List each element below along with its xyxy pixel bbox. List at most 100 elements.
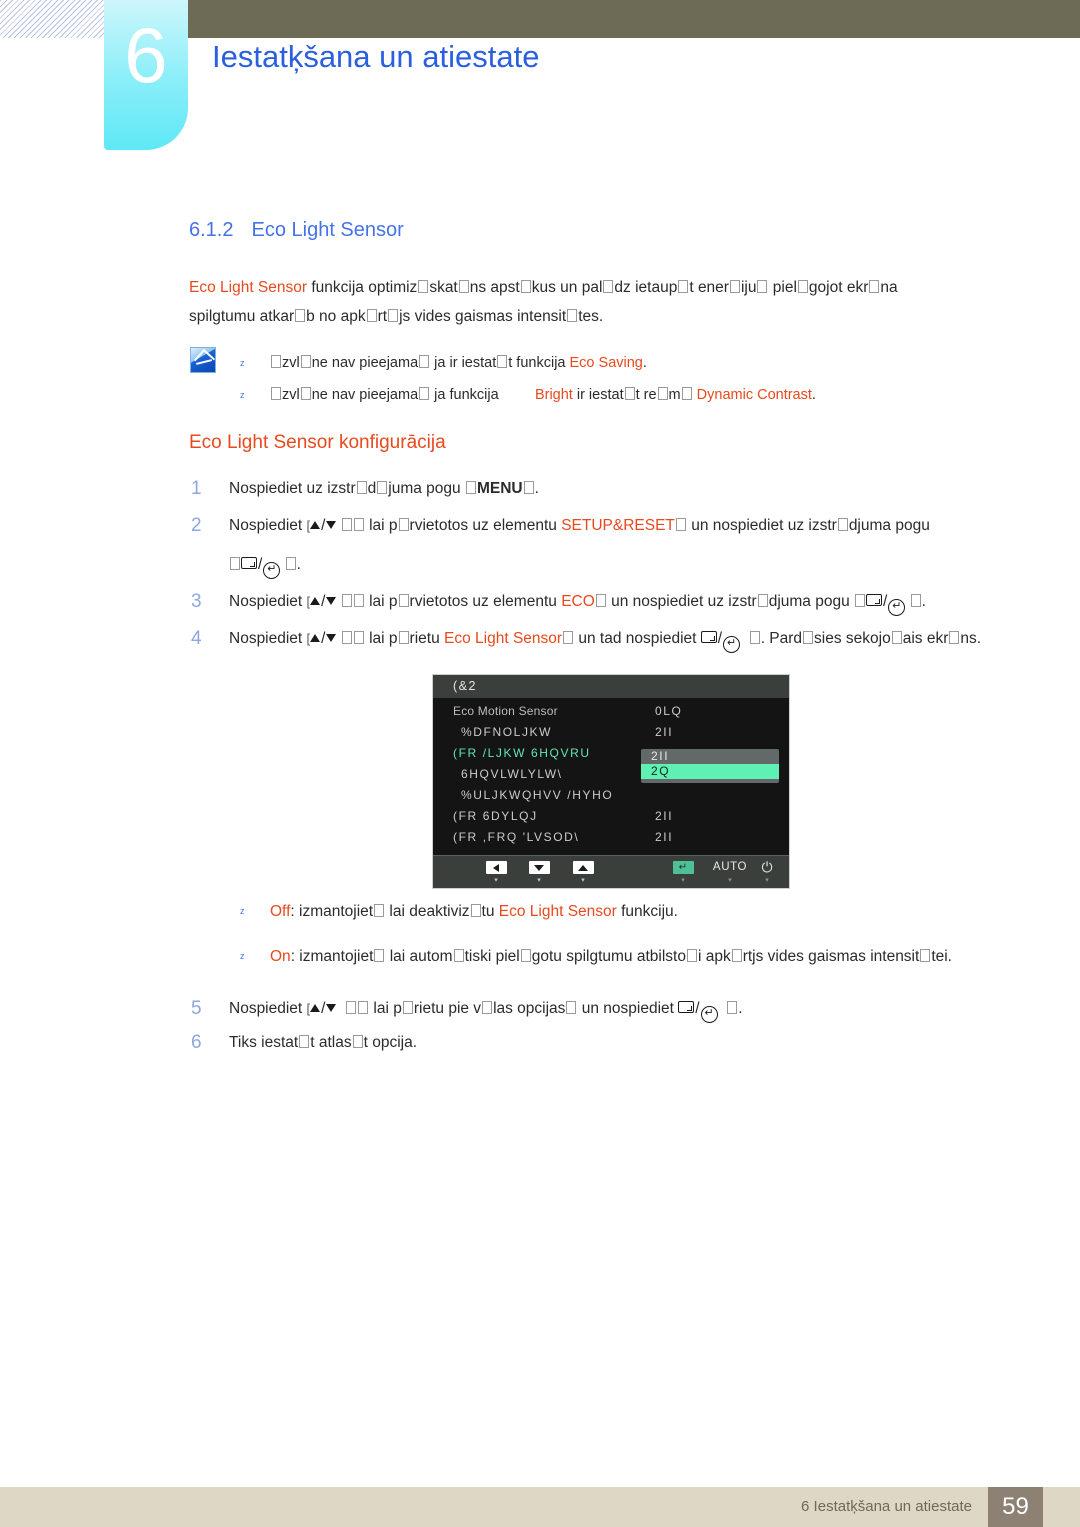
step4-text-3: rietu bbox=[409, 630, 445, 647]
step4-text-5: . Pard bbox=[760, 630, 803, 647]
step5-text-1: Nospiediet bbox=[229, 1000, 307, 1017]
intro-text-16: tes. bbox=[578, 308, 604, 325]
step2-text-1: Nospiediet bbox=[229, 517, 307, 534]
chapter-number: 6 bbox=[124, 11, 168, 99]
osd-power-button[interactable]: ⏻ ▾ bbox=[754, 859, 780, 884]
square-slash-enter-icon: / ↵ bbox=[678, 994, 718, 1023]
step1-menu-key: MENU bbox=[476, 480, 523, 497]
left-arrow-icon bbox=[485, 861, 507, 874]
osd-btn-sub: ▾ bbox=[494, 877, 498, 884]
note2-text-2: ne nav pieejama bbox=[311, 387, 419, 403]
intro-text-13: no apk bbox=[314, 308, 366, 325]
note1-text-2: ne nav pieejama bbox=[311, 355, 419, 371]
osd-btn-sub: ▾ bbox=[681, 877, 685, 884]
step5-text-4: las opcijas bbox=[493, 1000, 566, 1017]
step5-text-6: . bbox=[738, 1000, 743, 1017]
osd-menu-screenshot: (&2 Eco Motion Sensor 0LQ %DFNOLJKW 2II … bbox=[432, 674, 790, 889]
option-bullet-off: z Off: izmantojiet lai deaktiviz tu Eco Li… bbox=[238, 897, 958, 926]
osd-down-arrow-button[interactable]: ▾ bbox=[524, 861, 554, 884]
step5-text-5: un nospiediet bbox=[577, 1000, 679, 1017]
step6-text-3: atlas bbox=[314, 1034, 352, 1051]
osd-row-label: (FR 6DYLQJ bbox=[453, 809, 538, 823]
step1-text-4: . bbox=[534, 480, 539, 497]
step3-text-5: djuma pogu bbox=[768, 593, 855, 610]
intro-text-7: t ener bbox=[689, 279, 729, 296]
osd-dropdown[interactable]: 2II 2Q bbox=[641, 749, 779, 783]
step5-text-2: lai p bbox=[369, 1000, 402, 1017]
step3-text-3: rvietotos uz elementu bbox=[409, 593, 562, 610]
osd-enter-button[interactable]: ↵ ▾ bbox=[668, 861, 698, 884]
osd-left-arrow-button[interactable]: ▾ bbox=[481, 861, 511, 884]
osd-row[interactable]: Eco Motion Sensor 0LQ bbox=[433, 701, 789, 722]
bullet-marker: z bbox=[240, 390, 245, 400]
section-title: Eco Light Sensor bbox=[251, 219, 404, 241]
opt2-text-5: i apk bbox=[697, 948, 731, 965]
opt1-text-3: tu bbox=[481, 903, 499, 920]
option-term-sensor: Eco Light Sensor bbox=[498, 903, 617, 920]
step-index: 4 bbox=[191, 628, 202, 649]
opt1-text-1: : izmantojiet bbox=[290, 903, 374, 920]
note1-term: Eco Saving bbox=[569, 355, 643, 371]
osd-row[interactable]: %DFNOLJKW 2II bbox=[433, 722, 789, 743]
osd-dropdown-option-on[interactable]: 2Q bbox=[641, 764, 779, 779]
step3-text-4: un nospiediet uz izstr bbox=[606, 593, 757, 610]
step4-text-2: lai p bbox=[364, 630, 398, 647]
note1-text-3: ja ir iestat bbox=[430, 355, 497, 371]
option-bullets: z Off: izmantojiet lai deaktiviz tu Eco Li… bbox=[238, 897, 958, 987]
osd-row-value: 2II bbox=[655, 809, 674, 823]
note2-text-4: ir iestat bbox=[572, 387, 624, 403]
steps-list: 1 Nospiediet uz izstr d juma pogu MENU. 2 No… bbox=[189, 474, 1029, 661]
step4-text-6: sies sekojo bbox=[814, 630, 891, 647]
osd-row-label: (FR /LJKW 6HQVRU bbox=[453, 746, 591, 760]
intro-text-15: js vides gaismas intensit bbox=[399, 308, 567, 325]
osd-btn-sub: ▾ bbox=[537, 877, 541, 884]
option-bullet-on: z On: izmantojiet lai autom tiski piel gotu… bbox=[238, 942, 958, 971]
opt2-text-2: lai autom bbox=[385, 948, 453, 965]
osd-row[interactable]: (FR 6DYLQJ 2II bbox=[433, 806, 789, 827]
osd-row[interactable]: (FR ,FRQ 'LVSOD\ 2II bbox=[433, 827, 789, 848]
note2-text-7: m bbox=[668, 387, 681, 403]
step-1: 1 Nospiediet uz izstr d juma pogu MENU. bbox=[189, 474, 1029, 503]
osd-row-label: (FR ,FRQ 'LVSOD\ bbox=[453, 830, 580, 844]
osd-dropdown-option-off[interactable]: 2II bbox=[641, 749, 779, 764]
opt2-text-4: gotu spilgtumu atbilsto bbox=[531, 948, 686, 965]
note2-term-2: Dynamic Contrast bbox=[696, 387, 812, 403]
osd-auto-label: AUTO bbox=[712, 861, 748, 873]
step6-text-5: opcija. bbox=[367, 1034, 418, 1051]
step1-text-2: d bbox=[367, 480, 377, 497]
osd-up-arrow-button[interactable]: ▾ bbox=[568, 861, 598, 884]
down-arrow-icon bbox=[528, 861, 550, 874]
step4-text-8: ns. bbox=[960, 630, 982, 647]
intro-text-6: dz ietaup bbox=[614, 279, 678, 296]
note2-text-6: re bbox=[639, 387, 657, 403]
step3-text-2: lai p bbox=[364, 593, 398, 610]
osd-row-value: 2II bbox=[655, 830, 674, 844]
intro-text-9: piel bbox=[768, 279, 797, 296]
osd-auto-button[interactable]: AUTO ▾ bbox=[708, 861, 752, 884]
osd-btn-sub: ▾ bbox=[765, 877, 769, 884]
bullet-marker: z bbox=[240, 951, 245, 961]
step5-text-3: rietu pie v bbox=[413, 1000, 482, 1017]
osd-row-label: %DFNOLJKW bbox=[461, 725, 553, 739]
section-heading: 6.1.2 Eco Light Sensor bbox=[189, 219, 404, 242]
enter-icon: ↵ bbox=[672, 861, 694, 874]
intro-text-3: ns apst bbox=[469, 279, 520, 296]
chapter-title: Iestatķšana un atiestate bbox=[212, 39, 540, 74]
step2-text-3: rvietotos uz elementu bbox=[409, 517, 562, 534]
note-block: z zvl ne nav pieejama ja ir iestat t funkci… bbox=[238, 347, 958, 411]
osd-row[interactable]: %ULJKWQHVV /HYHO bbox=[433, 785, 789, 806]
note2-text-3: ja funkcija bbox=[430, 387, 503, 403]
intro-text-8: iju bbox=[740, 279, 757, 296]
square-slash-enter-icon: / ↵ bbox=[229, 550, 281, 579]
step1-text-3: juma pogu bbox=[388, 480, 465, 497]
opt1-text-2: lai deaktiviz bbox=[385, 903, 470, 920]
bullet-marker: z bbox=[240, 906, 245, 916]
step-index: 6 bbox=[191, 1032, 202, 1053]
note-bullet-1: z zvl ne nav pieejama ja ir iestat t funkci… bbox=[238, 347, 958, 379]
step-6: 6 Tiks iestat t atlas t opcija. bbox=[189, 1028, 1029, 1057]
step-2: 2 Nospiediet [/ lai p rvietotos uz element… bbox=[189, 511, 1029, 579]
osd-row-value: 2II bbox=[655, 725, 674, 739]
power-icon: ⏻ bbox=[761, 859, 773, 875]
note1-text-1: zvl bbox=[282, 355, 300, 371]
configuration-subheading: Eco Light Sensor konfigurācija bbox=[189, 432, 446, 453]
